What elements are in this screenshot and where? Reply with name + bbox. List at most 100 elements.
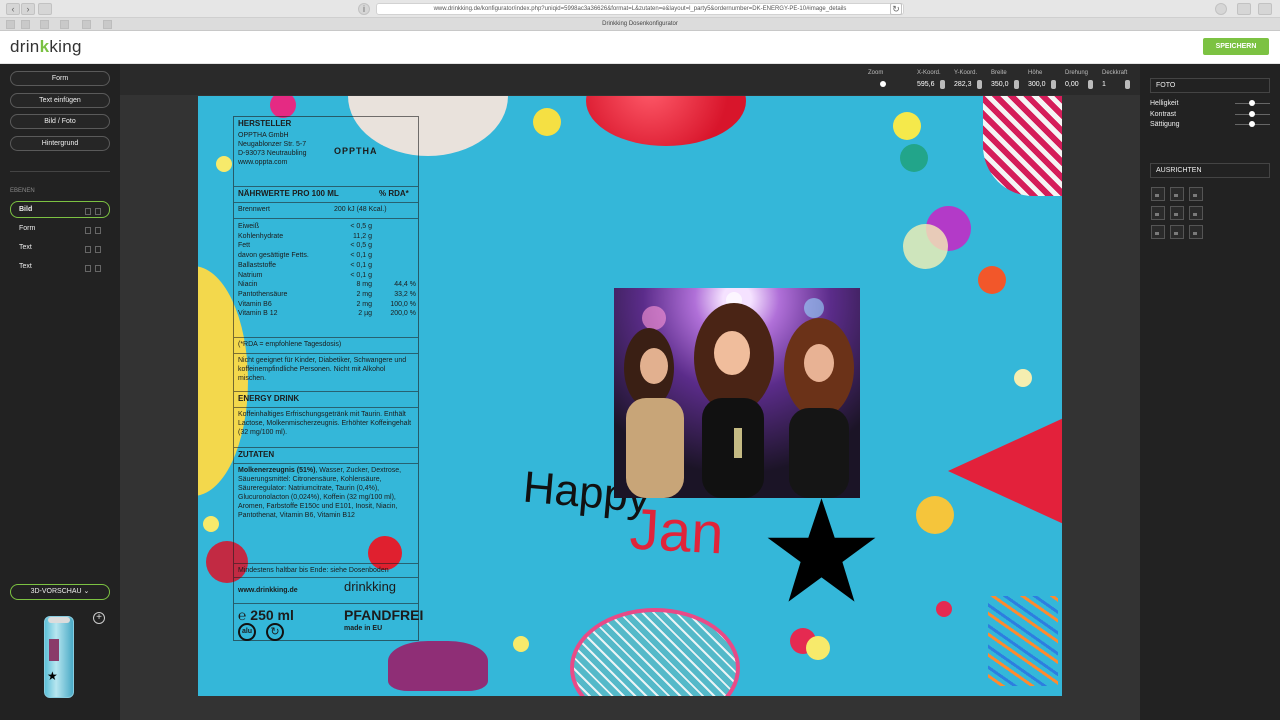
striped-hat-graphic	[983, 96, 1062, 196]
layer-label: Text	[19, 263, 32, 270]
warning-text: Nicht geeignet für Kinder, Diabetiker, S…	[238, 357, 407, 382]
y-coord-label: Y-Koord.	[954, 70, 978, 76]
confetti-dot	[533, 108, 561, 136]
confetti-dot	[513, 636, 529, 652]
confetti-dot	[1014, 369, 1032, 387]
best-before: Mindestens haltbar bis Ende: siehe Dosen…	[238, 567, 389, 574]
copy-icon[interactable]	[85, 208, 91, 215]
ingredients-bold: Molkenerzeugnis (51%)	[238, 467, 316, 474]
alu-icon: alu	[238, 623, 256, 641]
rotation-input[interactable]: 0,00	[1065, 81, 1079, 88]
copy-icon[interactable]	[85, 227, 91, 234]
nutrient-names: Eiweiß Kohlenhydrate Fett davon gesättig…	[238, 223, 309, 318]
ingredients-head-row: ZUTATEN	[234, 448, 418, 464]
confetti-dot	[900, 144, 928, 172]
form-button[interactable]: Form	[10, 71, 110, 86]
layer-item-form[interactable]: Form	[10, 220, 110, 237]
can-3d-preview[interactable]: ★	[44, 616, 74, 698]
align-top-right-button[interactable]	[1189, 187, 1203, 201]
image-photo-button[interactable]: Bild / Foto	[10, 114, 110, 129]
forward-icon[interactable]: ›	[21, 3, 35, 15]
star-shape-layer[interactable]	[764, 496, 879, 606]
website: www.drinkking.de	[238, 587, 298, 594]
layer-item-text[interactable]: Text	[10, 239, 110, 256]
rda-note-row: (*RDA = empfohlene Tagesdosis)	[234, 338, 418, 354]
align-middle-center-button[interactable]	[1170, 206, 1184, 220]
back-icon[interactable]: ‹	[6, 3, 20, 15]
align-middle-right-button[interactable]	[1189, 206, 1203, 220]
x-coord-label: X-Koord.	[917, 70, 941, 76]
ingredients-row: Molkenerzeugnis (51%), Wasser, Zucker, D…	[234, 464, 418, 564]
confetti-dot	[893, 112, 921, 140]
rotation-stepper[interactable]	[1088, 80, 1093, 89]
download-icon[interactable]	[1215, 3, 1227, 15]
align-section-header[interactable]: AUSRICHTEN	[1150, 163, 1270, 178]
url-bar[interactable]: www.drinkking.de/konfigurator/index.php?…	[376, 3, 904, 15]
y-coord-input[interactable]: 282,3	[954, 81, 972, 88]
height-input[interactable]: 300,0	[1028, 81, 1046, 88]
opacity-input[interactable]: 1	[1102, 81, 1106, 88]
maker-section: HERSTELLER OPPTHA GmbH Neugablonzer Str.…	[234, 117, 418, 187]
browser-toolbar: ‹ › i www.drinkking.de/konfigurator/inde…	[0, 0, 1280, 18]
info-icon[interactable]: i	[358, 3, 370, 15]
y-coord-stepper[interactable]	[977, 80, 982, 89]
layer-label: Bild	[19, 206, 33, 213]
rotation-label: Drehung	[1065, 70, 1089, 76]
energy-drink-heading: ENERGY DRINK	[238, 394, 300, 403]
confetti-dot	[903, 224, 948, 269]
tabs-icon[interactable]	[1258, 3, 1272, 15]
saturation-label: Sättigung	[1150, 121, 1180, 128]
align-bottom-center-button[interactable]	[1170, 225, 1184, 239]
x-coord-input[interactable]: 595,6	[917, 81, 935, 88]
trash-icon[interactable]	[95, 208, 101, 215]
width-input[interactable]: 350,0	[991, 81, 1009, 88]
copy-icon[interactable]	[85, 265, 91, 272]
align-top-left-button[interactable]	[1151, 187, 1165, 201]
saturation-knob[interactable]	[1249, 121, 1255, 127]
background-button[interactable]: Hintergrund	[10, 136, 110, 151]
copy-icon[interactable]	[85, 246, 91, 253]
disco-hat-graphic	[570, 608, 740, 696]
share-icon[interactable]	[1237, 3, 1251, 15]
property-toolbar: Zoom X-Koord. 595,6 Y-Koord. 282,3 Breit…	[120, 64, 1140, 95]
add-icon[interactable]: +	[93, 612, 105, 624]
save-button[interactable]: SPEICHERN	[1203, 38, 1269, 55]
jan-text-layer[interactable]: Jan	[628, 496, 725, 568]
energy-label: Brennwert	[238, 206, 270, 213]
3d-preview-button[interactable]: 3D-VORSCHAU ⌄	[10, 584, 110, 600]
made-in: made in EU	[344, 625, 383, 632]
best-before-row: Mindestens haltbar bis Ende: siehe Dosen…	[234, 564, 418, 578]
confetti-dot	[978, 266, 1006, 294]
align-middle-left-button[interactable]	[1151, 206, 1165, 220]
reload-icon[interactable]: ↻	[890, 3, 902, 15]
trash-icon[interactable]	[95, 227, 101, 234]
height-label: Höhe	[1028, 70, 1043, 76]
nutrition-label[interactable]: HERSTELLER OPPTHA GmbH Neugablonzer Str.…	[233, 116, 423, 641]
height-stepper[interactable]	[1051, 80, 1056, 89]
confetti-dot	[806, 636, 830, 660]
layer-item-image[interactable]: Bild	[10, 201, 110, 218]
ingredients-text: , Wasser, Zucker, Dextrose, Säuerungsmit…	[238, 467, 402, 519]
rda-heading: % RDA*	[379, 189, 409, 198]
trash-icon[interactable]	[95, 246, 101, 253]
contrast-knob[interactable]	[1249, 111, 1255, 117]
drinkking-logo[interactable]: drinkking	[10, 37, 82, 57]
sidebar-toggle-icon[interactable]	[38, 3, 52, 15]
insert-text-button[interactable]: Text einfügen	[10, 93, 110, 108]
align-bottom-right-button[interactable]	[1189, 225, 1203, 239]
width-stepper[interactable]	[1014, 80, 1019, 89]
trash-icon[interactable]	[95, 265, 101, 272]
layer-item-text[interactable]: Text	[10, 258, 110, 275]
design-canvas[interactable]: HERSTELLER OPPTHA GmbH Neugablonzer Str.…	[198, 96, 1062, 696]
zoom-slider-knob[interactable]	[880, 81, 886, 87]
x-coord-stepper[interactable]	[940, 80, 945, 89]
align-top-center-button[interactable]	[1170, 187, 1184, 201]
party-photo-layer[interactable]	[614, 288, 860, 498]
tab-title[interactable]: Drinkking Dosenkonfigurator	[0, 18, 1280, 30]
can-photo-thumbnail	[49, 639, 59, 661]
confetti-dot	[936, 601, 952, 617]
align-bottom-left-button[interactable]	[1151, 225, 1165, 239]
brightness-knob[interactable]	[1249, 100, 1255, 106]
opacity-stepper[interactable]	[1125, 80, 1130, 89]
photo-section-header[interactable]: FOTO	[1150, 78, 1270, 93]
